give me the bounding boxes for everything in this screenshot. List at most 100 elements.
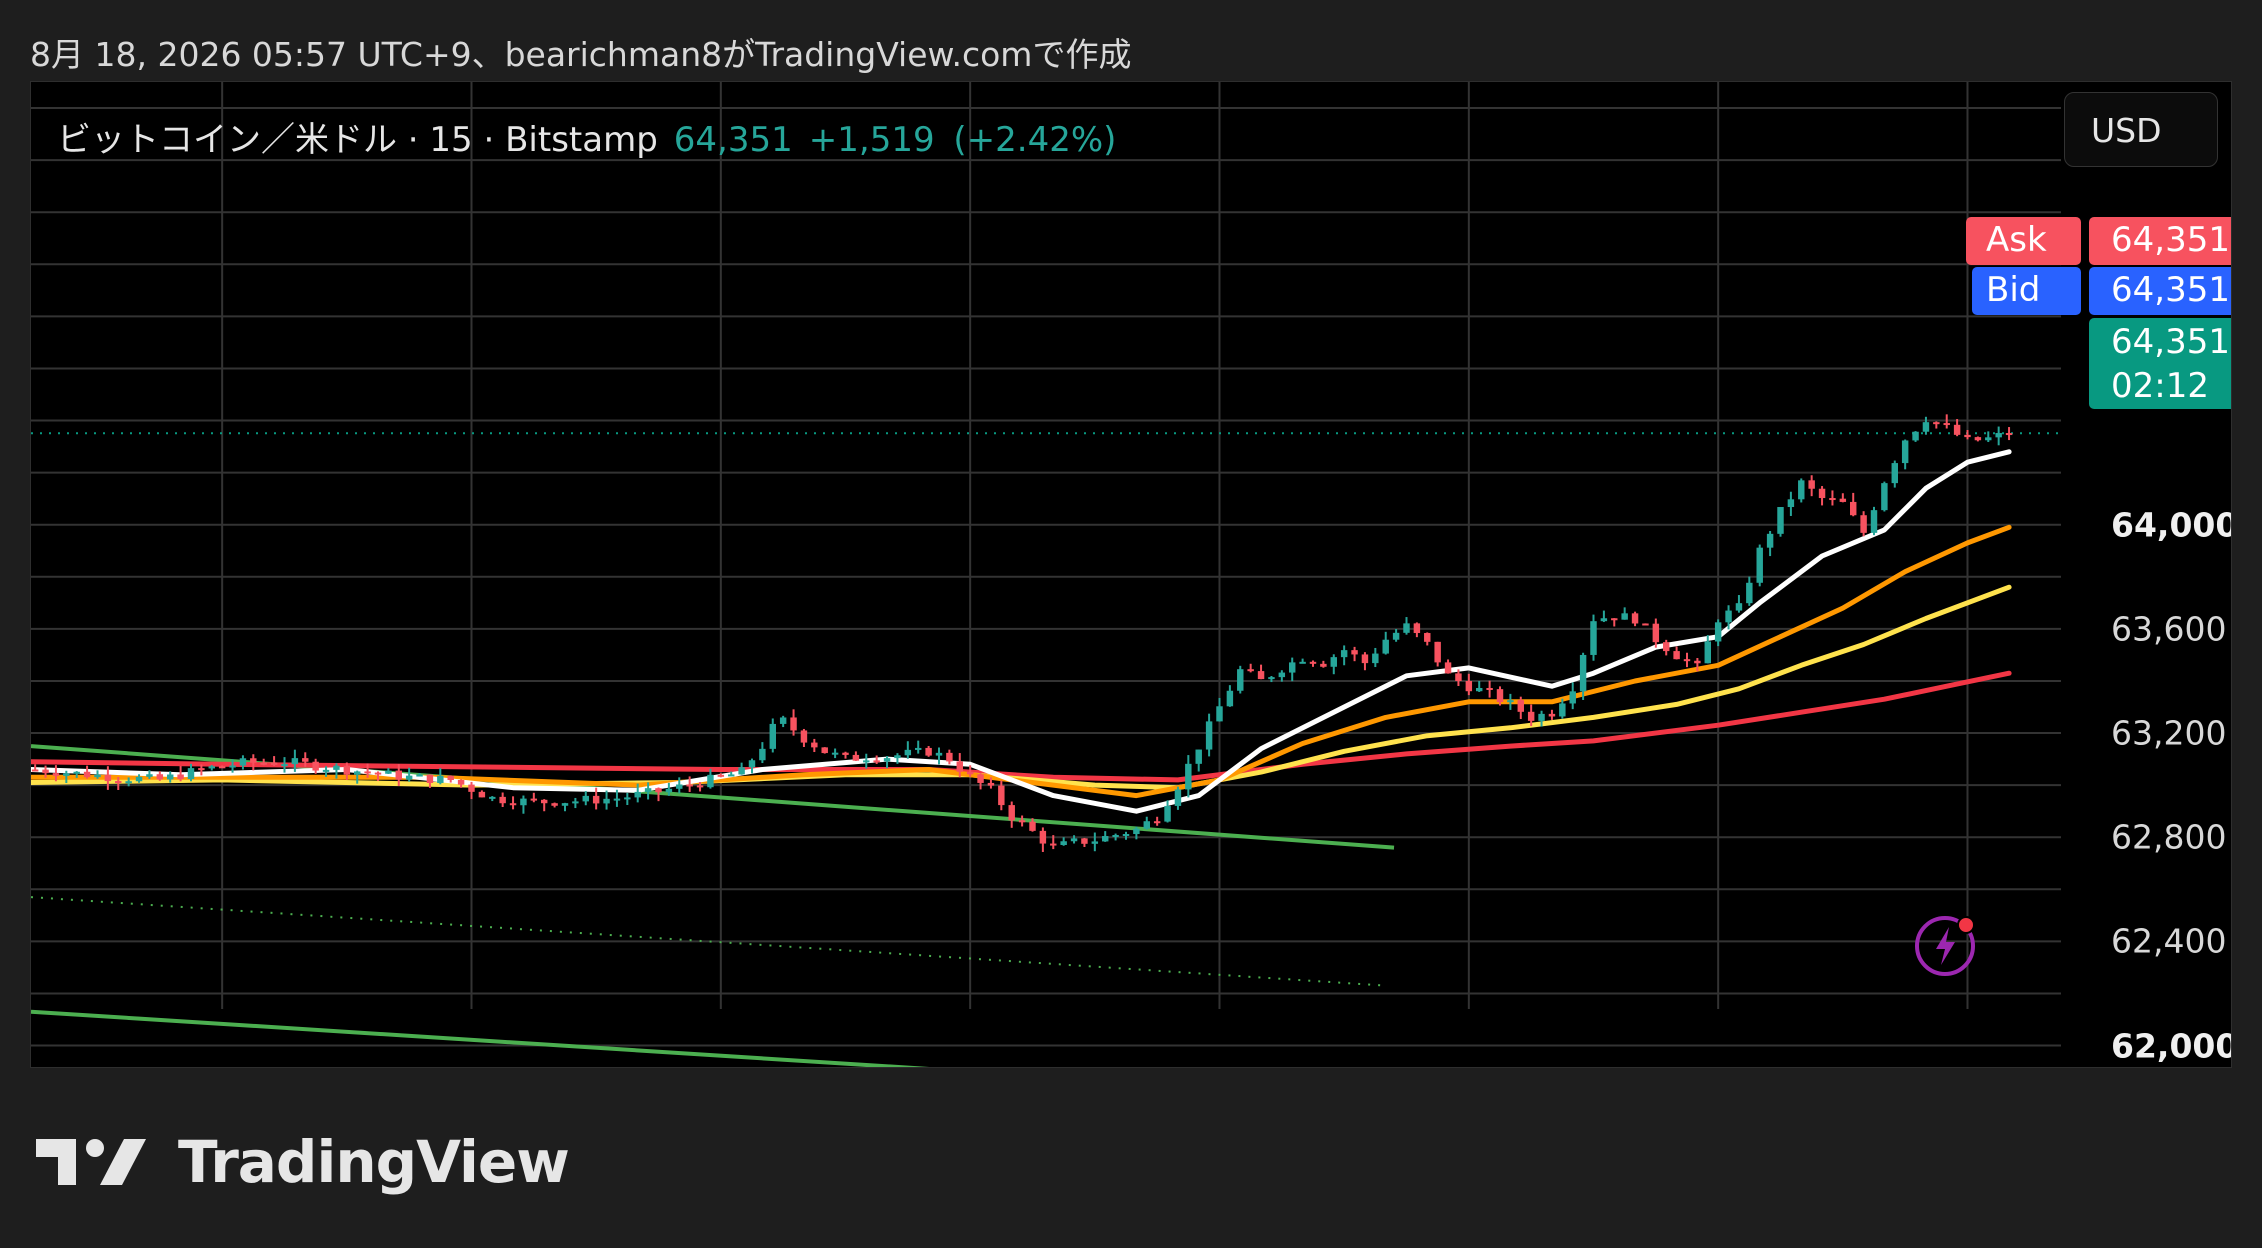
candle-down (1434, 641, 1441, 663)
candle-down (790, 717, 797, 731)
candle-down (1018, 820, 1026, 823)
candle-down (686, 784, 693, 787)
candle-up (1216, 706, 1223, 722)
candle-down (343, 765, 351, 775)
ask-label: Ask (1966, 217, 2081, 265)
candle-up (229, 765, 236, 768)
bid-price-tag: 64,351 (2089, 267, 2231, 315)
candle-up (333, 765, 340, 770)
moving-average-line (31, 524, 2012, 799)
candle-up (1133, 828, 1140, 835)
candle-down (1008, 805, 1015, 821)
candle-up (935, 752, 943, 756)
candle-down (1839, 498, 1847, 502)
candle-up (1288, 662, 1296, 673)
candle-up (146, 774, 153, 777)
candle-down (852, 754, 860, 761)
candle-down (104, 774, 112, 782)
candle-down (364, 771, 371, 774)
candle-down (2005, 433, 2013, 436)
candle-up (1569, 691, 1576, 704)
candle-up (572, 801, 579, 804)
ask-price-tag: 64,351 (2089, 217, 2231, 265)
candle-down (1039, 830, 1047, 844)
candle-up (1995, 433, 2002, 438)
candle-up (613, 798, 621, 801)
candle-up (353, 771, 361, 775)
candle-down (302, 758, 309, 762)
candle-down (1050, 843, 1057, 846)
candle-down (374, 772, 382, 775)
candle-up (1330, 657, 1337, 667)
candle-up (1174, 789, 1182, 806)
candle-up (1891, 463, 1898, 484)
candle-up (1787, 499, 1795, 508)
candle-down (499, 796, 506, 804)
currency-button[interactable]: USD (2064, 92, 2218, 167)
candle-down (530, 798, 538, 801)
candle-up (644, 788, 652, 792)
candle-up (1091, 841, 1099, 844)
candle-down (447, 775, 454, 780)
candle-down (270, 762, 278, 765)
candle-down (800, 730, 808, 743)
candle-up (187, 768, 195, 780)
candle-up (831, 752, 839, 755)
candle-down (998, 785, 1005, 806)
candle-up (1735, 603, 1743, 611)
candle-down (156, 774, 164, 780)
candle-up (779, 717, 787, 724)
candle-down (811, 742, 818, 748)
last-price-tag: 64,351 02:12 (2089, 318, 2231, 409)
candle-up (125, 781, 132, 784)
candle-down (655, 788, 662, 793)
tradingview-logo[interactable]: TradingView (34, 1128, 570, 1196)
chart-panel[interactable]: ビットコイン／米ドル · 15 · Bitstamp 64,351 +1,519 (… (30, 81, 2232, 1068)
candle-down (696, 785, 704, 788)
candle-down (1943, 423, 1950, 426)
candle-up (1340, 650, 1348, 658)
candle-down (540, 799, 548, 804)
candle-down (312, 761, 319, 771)
candle-down (842, 752, 849, 755)
candle-up (1621, 613, 1628, 620)
candle-down (873, 760, 880, 763)
price-chart[interactable] (31, 82, 2232, 1068)
candle-down (395, 770, 402, 780)
candle-down (1247, 669, 1254, 672)
candle-up (561, 803, 569, 806)
candle-up (208, 766, 215, 769)
lightning-icon[interactable] (1914, 911, 1980, 977)
tradingview-wordmark: TradingView (178, 1128, 570, 1196)
candle-down (1642, 623, 1649, 626)
candle-up (1226, 690, 1234, 707)
candle-down (1860, 515, 1867, 533)
candle-down (987, 782, 995, 786)
chart-caption: 8月 18, 2026 05:57 UTC+9、bearichman8がTrad… (30, 35, 1132, 74)
candle-up (1382, 639, 1389, 654)
candle-up (1112, 835, 1119, 838)
candle-up (748, 760, 756, 768)
candle-up (1237, 669, 1244, 691)
candle-down (1465, 681, 1473, 692)
candle-down (1662, 642, 1670, 652)
candle-up (894, 755, 901, 759)
price-axis-label: 64,000 (2111, 505, 2232, 545)
candle-up (94, 774, 101, 778)
candle-up (1195, 749, 1202, 764)
candle-down (115, 781, 122, 784)
candle-up (1205, 721, 1213, 750)
candle-down (1455, 673, 1462, 682)
candle-up (1164, 805, 1171, 822)
price-axis-label: 63,600 (2111, 609, 2227, 649)
candle-up (582, 795, 589, 802)
candle-down (52, 773, 60, 776)
candle-down (468, 784, 475, 792)
candle-down (1808, 480, 1815, 489)
candle-down (1850, 501, 1857, 516)
candle-up (1985, 437, 1992, 441)
candle-down (966, 771, 974, 775)
candle-down (977, 774, 984, 783)
moving-average-line (31, 584, 2012, 791)
candle-up (1299, 661, 1306, 664)
